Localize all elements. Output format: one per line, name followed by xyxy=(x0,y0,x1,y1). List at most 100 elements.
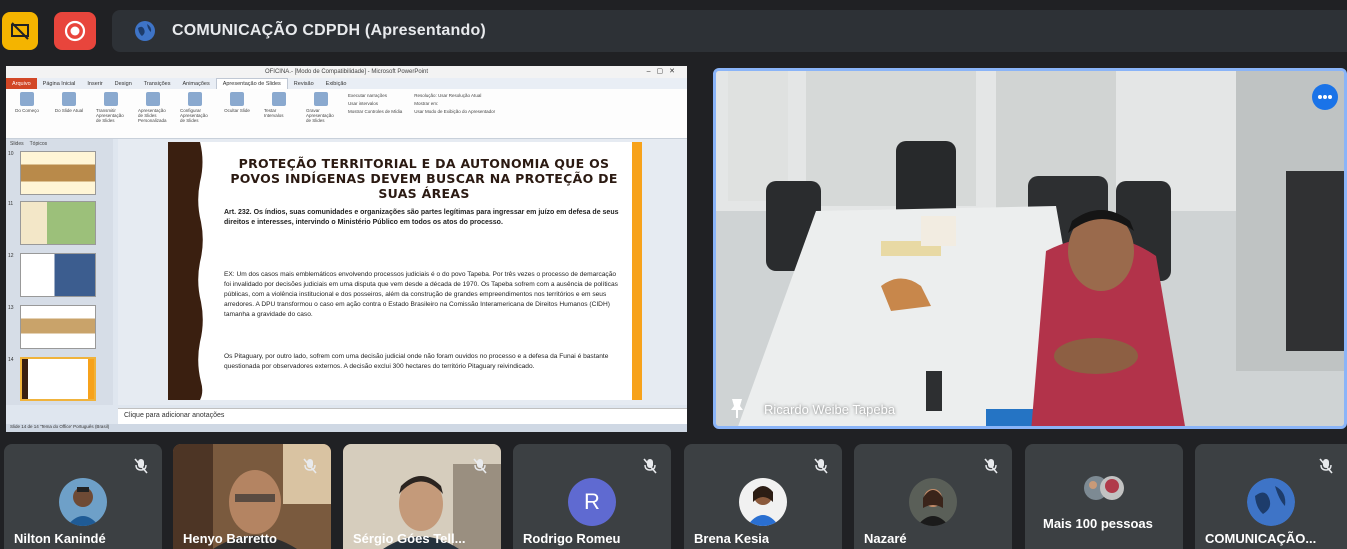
participant-tile[interactable]: Nilton Kanindé xyxy=(4,444,162,549)
participant-tile[interactable]: Brena Kesia xyxy=(684,444,842,549)
ribbon-option: Usar Modo de Exibição do Apresentador xyxy=(414,109,496,114)
record-button[interactable] xyxy=(54,12,96,50)
participant-name: Nilton Kanindé xyxy=(14,531,106,546)
slideshow-icon xyxy=(20,92,34,106)
ppt-tab: Exibição xyxy=(325,80,347,87)
current-slide: PROTEÇÃO TERRITORIAL E DA AUTONOMIA QUE … xyxy=(168,142,642,400)
ribbon-option: Mostrar em: xyxy=(414,101,439,106)
active-speaker-tile[interactable]: Ricardo Weibe Tapeba xyxy=(713,68,1347,429)
globe-icon xyxy=(1247,478,1295,526)
ppt-window-title: OFICINA.- [Modo de Compatibilidade] - Mi… xyxy=(264,69,429,75)
participant-tile[interactable]: Sérgio Góes Tell... xyxy=(343,444,501,549)
ppt-tab: Página Inicial xyxy=(42,80,76,87)
ribbon-label: Testar Intervalos xyxy=(264,108,284,118)
ribbon-options: Resolução: Usar Resolução Atual Mostrar … xyxy=(414,92,495,135)
ppt-tab-active: Apresentação de Slides xyxy=(215,78,288,89)
setup-icon xyxy=(188,92,202,106)
more-options-button[interactable] xyxy=(1312,84,1338,110)
participant-name: COMUNICAÇÃO... xyxy=(1205,531,1317,546)
window-controls: –▢✕ xyxy=(646,68,681,75)
ribbon-option: Mostrar Controles de Mídia xyxy=(348,109,403,114)
group-avatars xyxy=(1084,476,1124,500)
pin-icon[interactable] xyxy=(728,397,746,419)
participant-tile[interactable]: R Rodrigo Romeu xyxy=(513,444,671,549)
participant-name: Rodrigo Romeu xyxy=(523,531,621,546)
slide-decor-left xyxy=(168,142,196,400)
participant-tile[interactable]: Henyo Barretto xyxy=(173,444,331,549)
participant-name: Sérgio Góes Tell... xyxy=(353,531,466,546)
avatar xyxy=(909,478,957,526)
hide-slide-icon xyxy=(230,92,244,106)
thumb-number: 10 xyxy=(8,151,14,157)
ribbon-group: Configurar Apresentação de Slides xyxy=(180,92,210,135)
avatar xyxy=(59,478,107,526)
ribbon-option: Executar narrações xyxy=(348,93,388,98)
ppt-tab-file: Arquivo xyxy=(6,78,37,89)
ribbon-option: Usar intervalos xyxy=(348,101,379,106)
ribbon-label: Apresentação de Slides Personalizada xyxy=(138,108,167,123)
slide-bullet-1: Art. 232. Os índios, suas comunidades e … xyxy=(224,209,619,226)
record-show-icon xyxy=(314,92,328,106)
mic-off-icon xyxy=(1319,458,1333,474)
ribbon-group: Do Slide Atual xyxy=(54,92,84,135)
speaker-name: Ricardo Weibe Tapeba xyxy=(764,402,896,417)
ribbon-group: Testar Intervalos xyxy=(264,92,294,135)
slide-thumbnail xyxy=(20,305,96,349)
slideshow-icon xyxy=(62,92,76,106)
ppt-tab: Animações xyxy=(182,80,210,87)
present-off-icon xyxy=(11,22,29,40)
notes-pane: Clique para adicionar anotações xyxy=(118,408,687,424)
presentation-title: COMUNICAÇÃO CDPDH (Apresentando) xyxy=(172,22,486,39)
mic-off-icon xyxy=(303,458,317,474)
shared-screen: OFICINA.- [Modo de Compatibilidade] - Mi… xyxy=(6,66,687,432)
ribbon-options: Executar narrações Usar intervalos Mostr… xyxy=(348,92,402,135)
ribbon-group: Ocultar Slide xyxy=(222,92,252,135)
ribbon-group: Apresentação de Slides Personalizada xyxy=(138,92,168,135)
presentation-banner[interactable]: COMUNICAÇÃO CDPDH (Apresentando) xyxy=(112,10,1347,52)
ppt-ribbon-tabs: Arquivo Página Inicial Inserir Design Tr… xyxy=(6,78,687,89)
ppt-tab: Design xyxy=(114,80,132,87)
more-options-icon xyxy=(1318,95,1332,99)
thumb-number: 11 xyxy=(8,201,14,207)
slide-thumbnail xyxy=(20,151,96,195)
avatar xyxy=(739,478,787,526)
ppt-status-bar: Slide 14 de 14 'Tema do Office' Portuguê… xyxy=(6,424,687,432)
thumb-number: 13 xyxy=(8,305,14,311)
ribbon-group: Gravar Apresentação de Slides xyxy=(306,92,336,135)
slide-bullet-2: EX: Um dos casos mais emblemáticos envol… xyxy=(224,271,618,318)
avatar-letter: R xyxy=(568,478,616,526)
ribbon-label: Transmitir Apresentação de Slides xyxy=(96,108,124,123)
ribbon-label: Gravar Apresentação de Slides xyxy=(306,108,334,123)
speaker-video xyxy=(716,71,1344,426)
ppt-tab: Revisão xyxy=(293,80,314,87)
ribbon-label: Do Slide Atual xyxy=(54,108,84,113)
participant-name: Henyo Barretto xyxy=(183,531,277,546)
slide-thumbnail-pane: Slides Tópicos 10 11 12 13 14 xyxy=(6,139,113,405)
mic-off-icon xyxy=(984,458,998,474)
mic-off-icon xyxy=(643,458,657,474)
timing-icon xyxy=(272,92,286,106)
thumbnail-tabs: Slides Tópicos xyxy=(6,139,113,148)
thumb-number: 12 xyxy=(8,253,14,259)
participant-tile[interactable]: Nazaré xyxy=(854,444,1012,549)
thumb-tab: Slides xyxy=(10,140,24,147)
ppt-tab: Transições xyxy=(143,80,171,87)
top-bar: COMUNICAÇÃO CDPDH (Apresentando) xyxy=(0,0,1347,56)
slide-thumbnail xyxy=(20,201,96,245)
slide-title: PROTEÇÃO TERRITORIAL E DA AUTONOMIA QUE … xyxy=(230,156,618,201)
stop-presenting-button[interactable] xyxy=(2,12,38,50)
record-icon xyxy=(64,20,86,42)
slide-editor: PROTEÇÃO TERRITORIAL E DA AUTONOMIA QUE … xyxy=(118,139,687,405)
ribbon-label: Do Começo xyxy=(15,108,39,113)
ppt-window-title-bar: OFICINA.- [Modo de Compatibilidade] - Mi… xyxy=(6,66,687,78)
slide-decor-right xyxy=(632,142,642,400)
broadcast-icon xyxy=(104,92,118,106)
ribbon-label: Configurar Apresentação de Slides xyxy=(180,108,208,123)
slide-decor-wave xyxy=(196,142,203,400)
ppt-ribbon: Do Começo Do Slide Atual Transmitir Apre… xyxy=(6,89,687,139)
ppt-workspace: Slides Tópicos 10 11 12 13 14 PROTEÇÃO T… xyxy=(6,139,687,432)
participant-tile-overflow[interactable]: Mais 100 pessoas xyxy=(1025,444,1183,549)
participant-tile[interactable]: COMUNICAÇÃO... xyxy=(1195,444,1347,549)
participant-name: Nazaré xyxy=(864,531,907,546)
ribbon-label: Ocultar Slide xyxy=(224,108,250,113)
